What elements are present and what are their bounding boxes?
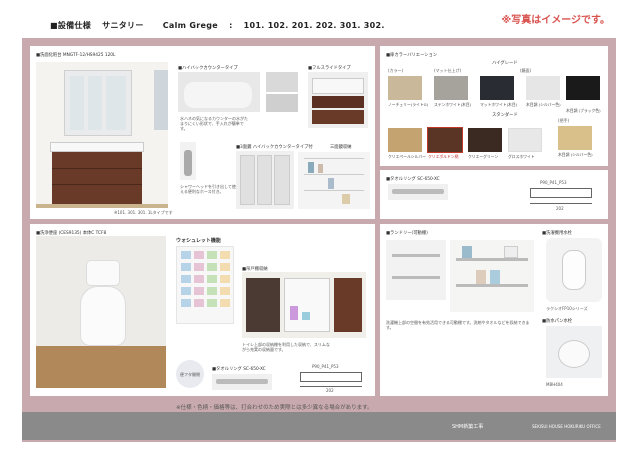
faucet-photo-1 <box>266 72 298 92</box>
swatch-top-1 <box>388 76 422 100</box>
swatch-bottom-3-label: クリエーグリーン <box>468 154 499 159</box>
vanity-size-note: ※101. 301. 301. 1Lタイプです <box>114 210 173 215</box>
slide-title: ■フルスライドタイプ <box>308 66 351 71</box>
laundry-faucet-photo <box>546 238 602 302</box>
storage-open-photo <box>298 152 370 209</box>
washlet-icons <box>176 246 234 324</box>
col-title-4: (把手) <box>558 118 570 123</box>
drain-title: ■防水パン水栓 <box>542 319 573 324</box>
swatch-top-4-label: 木目調 (シルバー色) <box>526 102 561 107</box>
faucet-photo-2 <box>266 94 298 112</box>
washlet-title: ウォシュレット機能 <box>176 238 221 244</box>
swatch-bottom-5 <box>558 126 592 150</box>
towel-bar-bottom-width: 202 <box>326 388 334 393</box>
toilet-panel: ■洗浄便座 (CES9135) 本体C TCF8 ウォシュレット機能 便フタ開閉… <box>30 224 375 396</box>
swatch-bottom-1 <box>388 128 422 152</box>
laundry-shelf-photo-1 <box>386 240 446 300</box>
storage-label: 三面鏡収納 <box>330 145 352 150</box>
door-color-title: ■扉カラーバリエーション <box>386 53 438 58</box>
disclaimer: ※仕様・色柄・価格等は、打合わせのため実際とは多少異なる場合があります。 <box>176 405 373 411</box>
drain-model: MBH404 <box>546 382 563 387</box>
faucet-title: ■ハイバックカウンタータイプ <box>178 66 238 71</box>
grade-high-label: ハイグレード <box>492 61 518 66</box>
remote-note: 便フタ開閉 <box>180 372 200 377</box>
towel-bar-top-drawing <box>530 188 592 198</box>
faucet-desc: 水ハネの気になるカウンターの水がたまりにくい形状で、手入れが簡単です。 <box>180 116 248 131</box>
laundry-panel: ■ランドリー(可動棚) 洗濯機上部の空間を有効活用できる可動棚です。洗剤やタオル… <box>380 224 608 396</box>
slide-drawer-photo <box>308 72 368 128</box>
content-frame: ■洗面化粧台 MNGTF-12/HS9425 120L ※101. 301. 3… <box>22 38 616 442</box>
towel-bar-top-title: ■タオルリング SC-650-XC <box>386 177 440 182</box>
swatch-top-3 <box>480 76 514 100</box>
towel-bar-bottom-title: ■タオルリング SC-650-XC <box>212 367 266 372</box>
swatch-bottom-4-label: グロスホワイト <box>508 154 535 159</box>
separator: : <box>229 21 233 30</box>
swatch-bottom-3 <box>468 128 502 152</box>
laundry-shelf-photo-2 <box>450 240 534 312</box>
col-title-3: (鏡面) <box>520 68 532 73</box>
image-note: ※写真はイメージです。 <box>501 15 610 26</box>
towel-bar-bottom-drawing <box>300 372 362 382</box>
toilet-storage-desc: トイレ上部の収納棚を利用した収納で、スリムながら充実の収納量です。 <box>242 342 330 352</box>
towel-bar-bottom-dims: P90_P41_P53 <box>312 364 339 369</box>
col-title-2: (マット仕上げ) <box>434 68 462 73</box>
swatch-top-2 <box>434 76 468 100</box>
laundry-faucet-title: ■洗濯機用水栓 <box>542 231 572 236</box>
col-title-1: (カラー) <box>388 68 404 73</box>
drain-photo <box>546 326 602 378</box>
swatch-top-2-label: ステンホワイト(木目) <box>434 102 472 107</box>
swatch-bottom-1-label: クリエペールシルバー <box>388 154 426 159</box>
hose-desc: シャワーヘッドを引き出して使える便利なホース付き。 <box>180 184 236 194</box>
swatch-top-4 <box>526 76 560 100</box>
towel-bar-bottom-photo <box>212 374 272 390</box>
footer-company: SHM新築工事 <box>452 424 484 430</box>
counter-photo <box>178 72 260 112</box>
swatch-bottom-2-label: クリエボルドン柄 <box>428 154 459 159</box>
color-name: Calm Grege <box>162 21 218 30</box>
towel-bar-top-photo <box>388 184 448 200</box>
laundry-title: ■ランドリー(可動棚) <box>386 231 428 236</box>
laundry-desc: 洗濯機上部の空間を有効活用できる可動棚です。洗剤やタオルなどを収納できます。 <box>386 320 530 330</box>
vanity-photo <box>36 62 168 208</box>
footer-bar: SHM新築工事 SEKISUI HOUSE HOKURIKU OFFICE <box>22 412 616 440</box>
title-prefix: ■設備仕様 <box>50 21 92 30</box>
storage-title: ■3面鏡 ハイバックカウンタータイプ付 <box>236 145 313 150</box>
room-numbers: 101. 102. 201. 202. 301. 302. <box>243 21 385 30</box>
product-name: サニタリー <box>102 21 144 30</box>
swatch-bottom-4 <box>508 128 542 152</box>
grade-std-label: スタンダード <box>492 113 518 118</box>
swatch-top-5 <box>566 76 600 100</box>
swatch-top-3-label: マットホワイト(木目) <box>480 102 518 107</box>
towel-bar-bottom-dimline <box>300 386 362 387</box>
toilet-storage-photo <box>242 272 366 338</box>
toilet-photo <box>36 236 166 388</box>
laundry-faucet-model: ラクシオFP10シリーズ <box>546 306 588 311</box>
vanity-panel: ■洗面化粧台 MNGTF-12/HS9425 120L ※101. 301. 3… <box>30 46 375 219</box>
door-color-panel: ■扉カラーバリエーション ハイグレード (カラー) (マット仕上げ) (鏡面) … <box>380 46 608 166</box>
swatch-bottom-2 <box>427 127 463 153</box>
vanity-title: ■洗面化粧台 MNGTF-12/HS9425 120L <box>36 53 116 58</box>
swatch-top-5-label: 木目調 (ブラック色) <box>566 108 601 113</box>
towel-bar-top-width: 202 <box>556 206 564 211</box>
towel-bar-top-dims: P90_P41_P53 <box>540 180 567 185</box>
towel-bar-top-panel: ■タオルリング SC-650-XC P90_P41_P53 202 <box>380 170 608 219</box>
swatch-bottom-5-label: 木目調 (シルバー色) <box>558 152 593 157</box>
hose-photo <box>180 142 196 180</box>
footer-office: SEKISUI HOUSE HOKURIKU OFFICE <box>532 424 601 429</box>
swatch-top-1-label: ノーチェリー(ライトG) <box>388 102 429 107</box>
mirror-cabinet-photo <box>236 151 294 209</box>
towel-bar-top-dimline <box>530 203 592 204</box>
page-title: ■設備仕様 サニタリー Calm Grege : 101. 102. 201. … <box>50 20 385 31</box>
